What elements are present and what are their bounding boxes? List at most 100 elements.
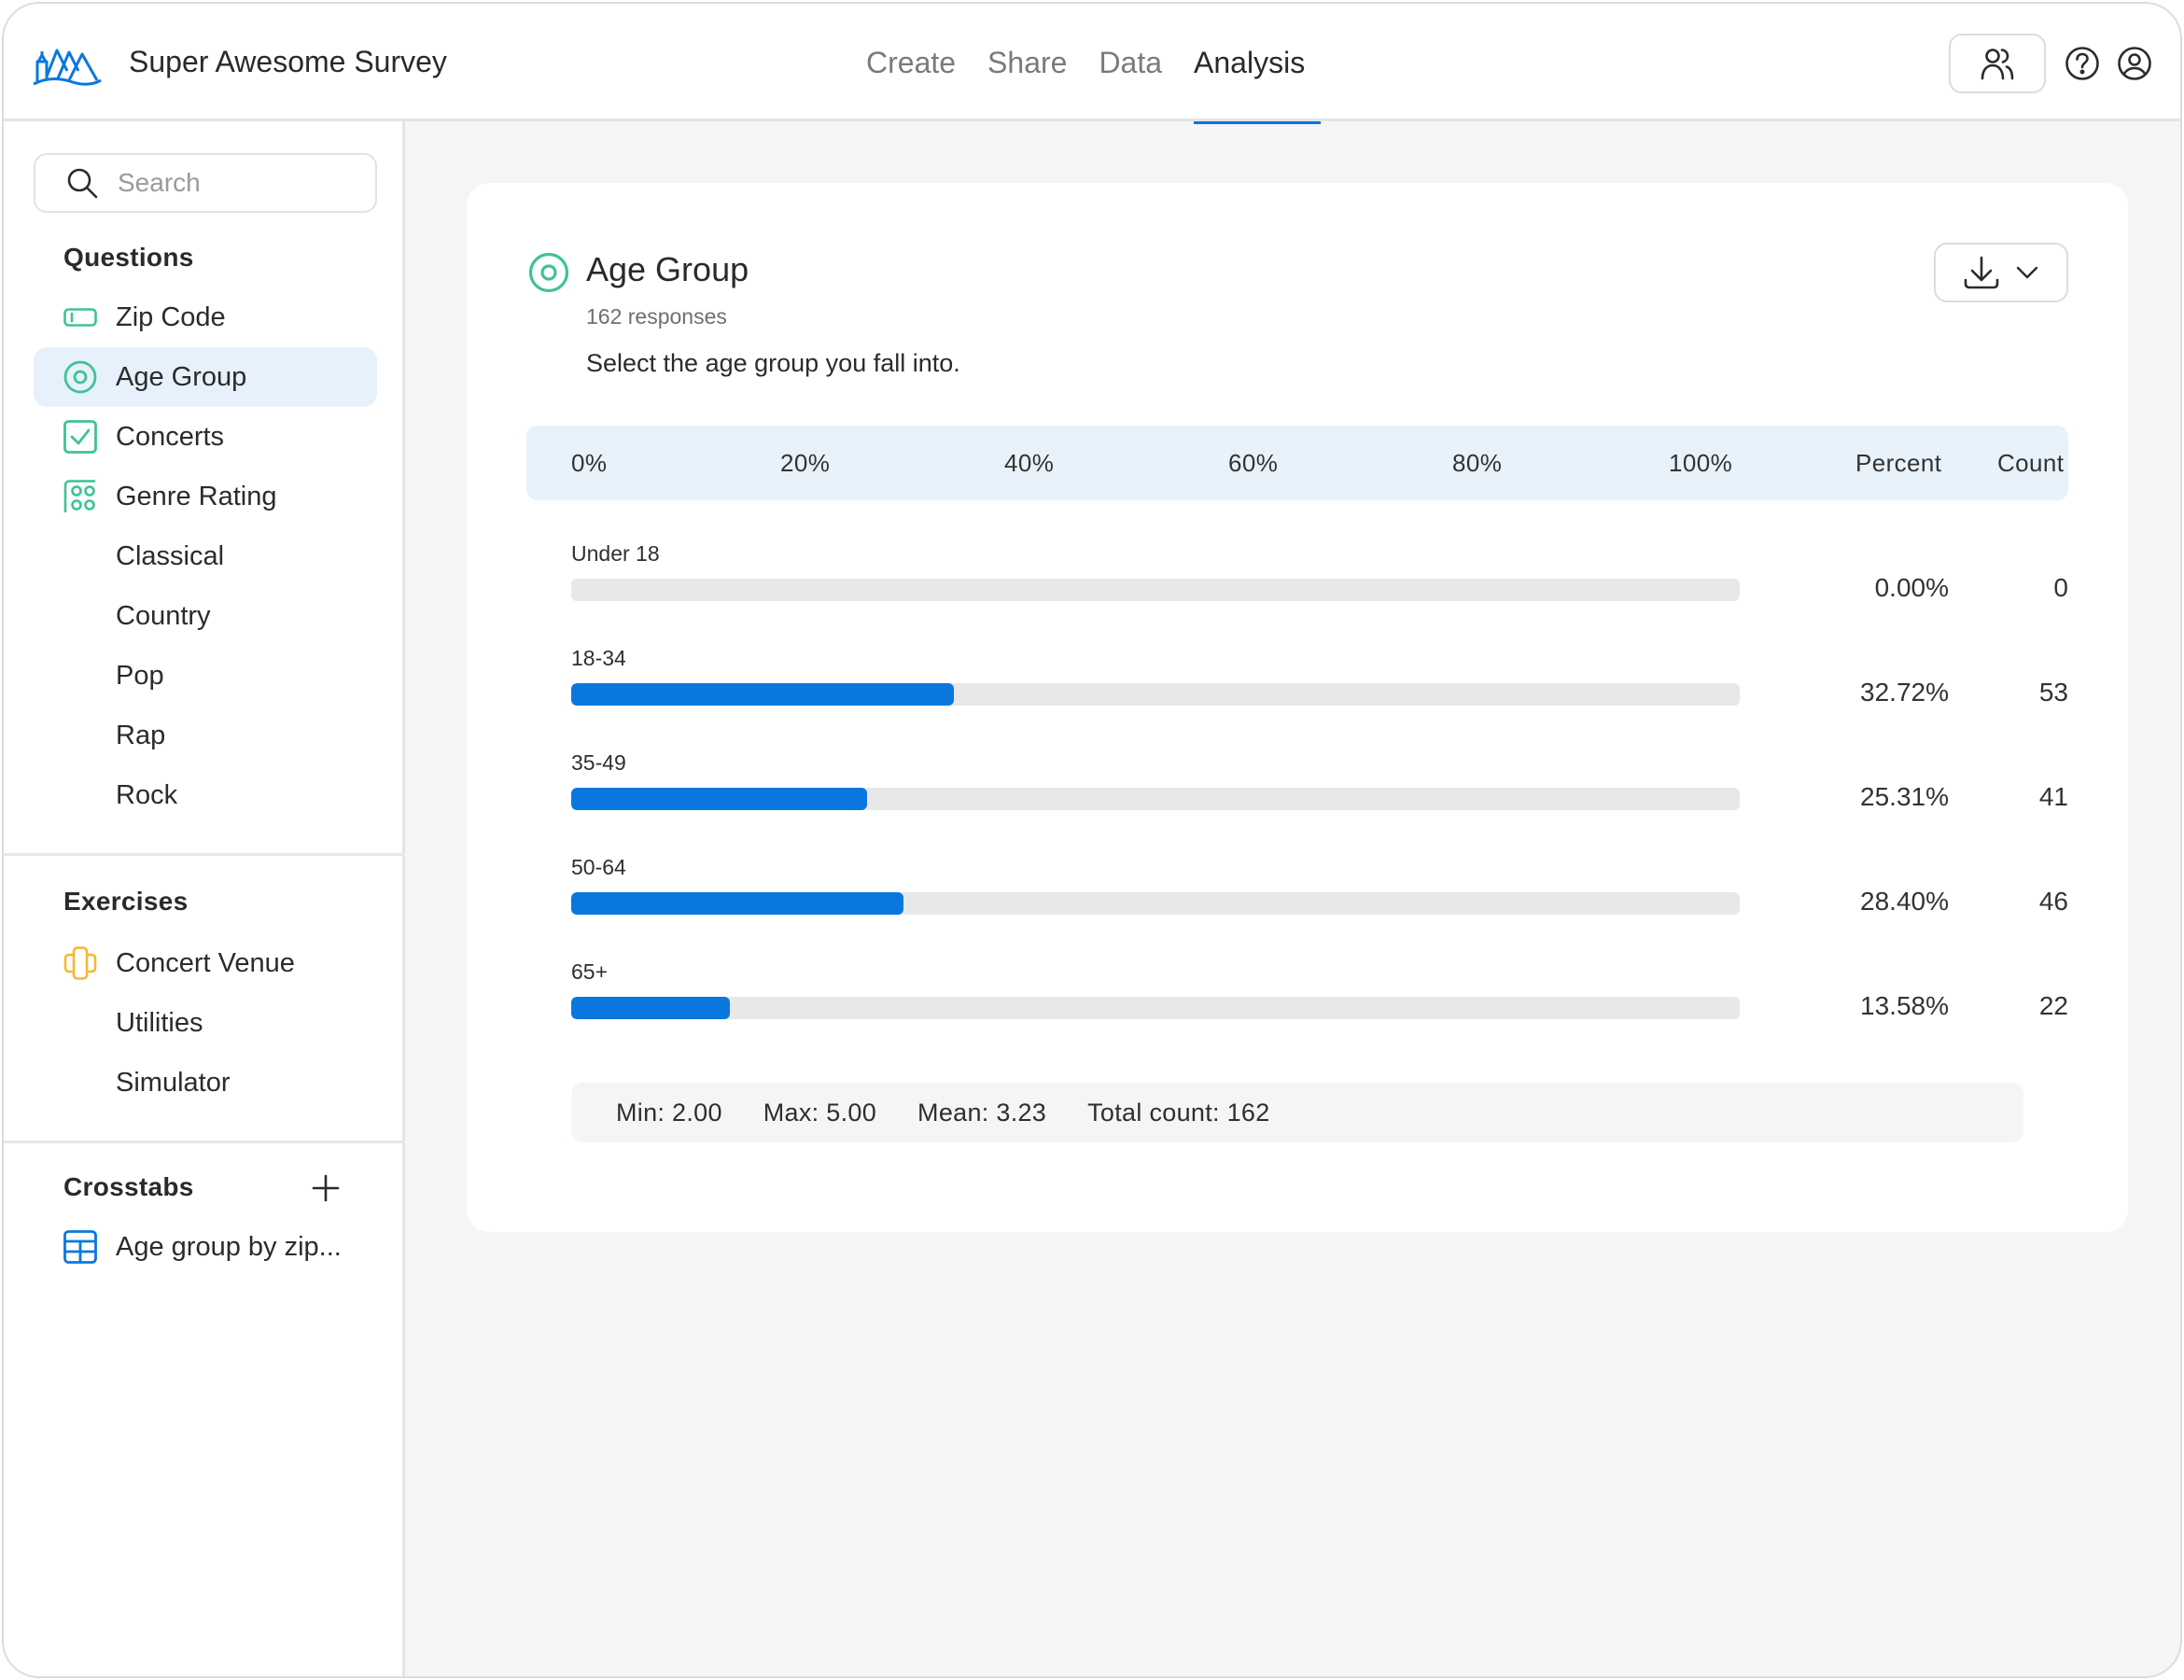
percent-value: 13.58% xyxy=(1860,991,1949,1020)
sidebar-subitem-rap[interactable]: Rap xyxy=(34,706,377,765)
search-icon xyxy=(67,168,98,199)
sidebar-item-label: Genre Rating xyxy=(116,481,277,511)
add-crosstab-icon[interactable] xyxy=(310,1172,342,1204)
chevron-down-icon xyxy=(2016,266,2038,279)
bar-fill xyxy=(571,892,903,915)
chart-header: 0% 20% 40% 60% 80% 100% Percent Count xyxy=(526,426,2068,500)
percent-value: 28.40% xyxy=(1860,887,1949,916)
app-window: Super Awesome Survey Create Share Data A… xyxy=(2,2,2182,1678)
sidebar-item-genre-rating[interactable]: Genre Rating xyxy=(34,467,377,526)
download-icon xyxy=(1964,256,1999,289)
bar-fill xyxy=(571,997,731,1019)
chart-row: 18-34 32.72% 53 xyxy=(571,646,2068,730)
sidebar-item-concert-venue[interactable]: Concert Venue xyxy=(34,933,377,993)
percent-value: 0.00% xyxy=(1874,573,1949,602)
axis-tick-label: 0% xyxy=(571,449,608,477)
axis-tick-label: 80% xyxy=(1452,449,1503,477)
category-label: 50-64 xyxy=(571,855,626,879)
stat-max: Max: 5.00 xyxy=(763,1098,877,1127)
matrix-icon xyxy=(63,480,97,513)
radio-icon xyxy=(528,252,569,293)
app-title: Super Awesome Survey xyxy=(129,45,447,78)
sidebar-item-label: Rap xyxy=(116,720,166,750)
count-value: 41 xyxy=(2038,782,2068,811)
text-field-icon xyxy=(63,301,97,334)
sidebar-item-label: Simulator xyxy=(116,1067,231,1098)
account-icon[interactable] xyxy=(2117,46,2152,81)
crosstabs-section-title: Crosstabs xyxy=(63,1172,194,1201)
sidebar-subitem-rock[interactable]: Rock xyxy=(34,765,377,825)
chart-row: 65+ 13.58% 22 xyxy=(571,959,2068,1043)
axis-tick-label: 60% xyxy=(1228,449,1279,477)
tab-data[interactable]: Data xyxy=(1083,4,1178,121)
sidebar-item-label: Utilities xyxy=(116,1007,203,1038)
chart-row: Under 18 0.00% 0 xyxy=(571,541,2068,625)
bar-track xyxy=(571,683,1740,706)
question-analysis-card: Age Group 162 responses Select the age g… xyxy=(467,183,2128,1232)
stat-total-count: Total count: 162 xyxy=(1087,1098,1270,1127)
questions-section-title: Questions xyxy=(63,243,194,272)
question-title: Age Group xyxy=(586,250,749,288)
axis-tick-label: 40% xyxy=(1004,449,1055,477)
category-label: 65+ xyxy=(571,959,609,984)
sidebar-item-label: Age group by zip... xyxy=(116,1231,342,1262)
sidebar-divider xyxy=(4,1141,405,1143)
collaborators-button[interactable] xyxy=(1949,34,2046,93)
sidebar-item-label: Pop xyxy=(116,660,164,691)
top-bar: Super Awesome Survey Create Share Data A… xyxy=(4,4,2180,124)
bar-track xyxy=(571,997,1740,1019)
search-input[interactable] xyxy=(118,168,360,198)
sidebar-subitem-classical[interactable]: Classical xyxy=(34,526,377,586)
exercise-icon xyxy=(63,946,97,980)
count-value: 0 xyxy=(2053,573,2068,602)
percent-value: 32.72% xyxy=(1860,678,1949,707)
sidebar-item-age-group[interactable]: Age Group xyxy=(34,347,377,407)
stat-mean: Mean: 3.23 xyxy=(917,1098,1047,1127)
percent-column-header: Percent xyxy=(1855,449,1942,477)
tab-create[interactable]: Create xyxy=(864,4,972,121)
tab-share[interactable]: Share xyxy=(972,4,1083,121)
sidebar-item-label: Rock xyxy=(116,779,178,810)
sidebar-item-age-group-by-zip[interactable]: Age group by zip... xyxy=(34,1217,377,1277)
sidebar-item-label: Concerts xyxy=(116,421,225,452)
bar-track xyxy=(571,579,1740,601)
sidebar-subitem-simulator[interactable]: Simulator xyxy=(34,1053,377,1113)
stat-min: Min: 2.00 xyxy=(616,1098,722,1127)
checkbox-icon xyxy=(63,420,97,454)
count-column-header: Count xyxy=(1997,449,2065,477)
table-icon xyxy=(63,1230,97,1264)
exercises-section-title: Exercises xyxy=(63,887,189,916)
bar-fill xyxy=(571,683,954,706)
sidebar-item-label: Zip Code xyxy=(116,301,226,332)
percent-value: 25.31% xyxy=(1860,782,1949,811)
sidebar-item-label: Age Group xyxy=(116,361,247,392)
download-button[interactable] xyxy=(1934,243,2068,302)
sidebar-item-label: Concert Venue xyxy=(116,947,295,978)
sidebar-item-label: Classical xyxy=(116,540,225,571)
search-box[interactable] xyxy=(34,153,377,213)
summary-stats: Min: 2.00 Max: 5.00 Mean: 3.23 Total cou… xyxy=(571,1083,2023,1142)
chart-row: 50-64 28.40% 46 xyxy=(571,855,2068,939)
collaborators-icon xyxy=(1981,49,2014,80)
help-icon[interactable] xyxy=(2065,46,2100,81)
axis-tick-label: 100% xyxy=(1669,449,1733,477)
tab-analysis[interactable]: Analysis xyxy=(1178,4,1322,124)
count-value: 46 xyxy=(2038,887,2068,916)
sidebar: Questions Zip Code Age Group Concerts Ge… xyxy=(4,121,405,1676)
response-count: 162 responses xyxy=(586,304,727,329)
sidebar-item-concerts[interactable]: Concerts xyxy=(34,407,377,467)
count-value: 53 xyxy=(2038,678,2068,707)
sidebar-divider xyxy=(4,853,405,856)
bar-track xyxy=(571,788,1740,810)
sidebar-subitem-country[interactable]: Country xyxy=(34,586,377,646)
category-label: 35-49 xyxy=(571,750,626,775)
category-label: Under 18 xyxy=(571,541,660,566)
sidebar-subitem-utilities[interactable]: Utilities xyxy=(34,993,377,1053)
count-value: 22 xyxy=(2038,991,2068,1020)
app-logo-icon[interactable] xyxy=(30,41,103,88)
sidebar-subitem-pop[interactable]: Pop xyxy=(34,646,377,706)
sidebar-item-zip-code[interactable]: Zip Code xyxy=(34,287,377,347)
sidebar-item-label: Country xyxy=(116,600,211,631)
category-label: 18-34 xyxy=(571,646,626,670)
chart-row: 35-49 25.31% 41 xyxy=(571,750,2068,834)
